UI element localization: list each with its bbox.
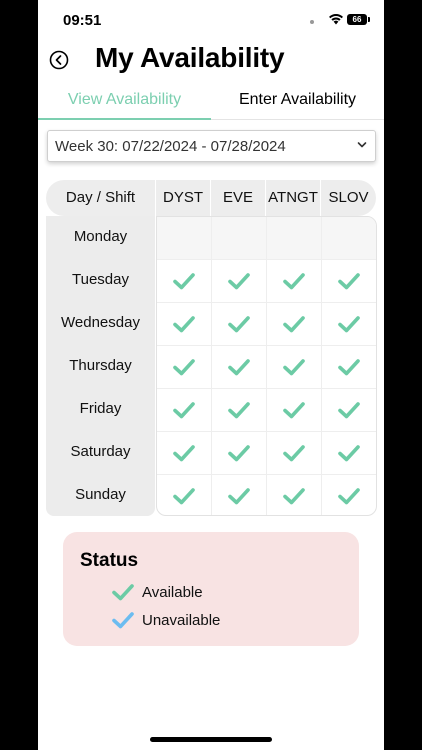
app-screen: 09:51 66 My Availability View Availabili… (38, 0, 384, 750)
week-select-value: Week 30: 07/22/2024 - 07/28/2024 (55, 138, 286, 155)
availability-cells (156, 216, 377, 516)
grid-column-line (266, 217, 267, 515)
shift-header: SLOV (328, 189, 369, 206)
grid-row-line (157, 302, 376, 303)
tab-divider (211, 119, 384, 120)
available-check-icon (337, 488, 360, 505)
available-check-icon (227, 402, 250, 419)
grid-row-line (157, 431, 376, 432)
day-label: Monday (73, 228, 128, 245)
available-check-icon (337, 316, 360, 333)
grid-row-line (157, 259, 376, 260)
available-check-icon (282, 488, 305, 505)
week-select[interactable]: Week 30: 07/22/2024 - 07/28/2024 (47, 130, 376, 162)
battery-icon: 66 (347, 14, 367, 25)
available-check-icon (282, 316, 305, 333)
day-label: Sunday (75, 486, 126, 503)
home-indicator[interactable] (150, 737, 272, 742)
day-column: Monday Tuesday Wednesday Thursday Friday… (46, 216, 155, 516)
available-check-icon (173, 273, 195, 290)
available-check-icon (337, 445, 360, 462)
available-check-icon (173, 445, 195, 462)
battery-tip (368, 17, 370, 22)
status-dot (310, 20, 314, 24)
shift-header: EVE (222, 189, 253, 206)
grid-row-line (157, 345, 376, 346)
grid-row-line (157, 474, 376, 475)
tab-view-availability[interactable]: View Availability (38, 90, 211, 114)
available-check-icon (173, 359, 195, 376)
tab-enter-availability[interactable]: Enter Availability (211, 90, 384, 114)
available-check-icon (227, 488, 250, 505)
available-check-icon (282, 402, 305, 419)
available-check-icon (282, 445, 305, 462)
back-icon[interactable] (49, 50, 69, 70)
page-title: My Availability (95, 42, 285, 73)
available-check-icon (173, 316, 195, 333)
day-label: Wednesday (61, 314, 140, 331)
available-check-icon (173, 488, 195, 505)
grid-column-line (321, 217, 322, 515)
available-check-icon (282, 273, 305, 290)
available-check-icon (173, 402, 195, 419)
available-check-icon (337, 402, 360, 419)
available-check-icon (227, 445, 250, 462)
shift-header: DYST (162, 189, 203, 206)
available-check-icon (337, 359, 360, 376)
grid-corner-label: Day / Shift (65, 189, 136, 206)
active-tab-indicator (38, 118, 211, 120)
day-label: Saturday (70, 443, 131, 460)
status-legend: Status Available Unavailable (63, 532, 359, 646)
wifi-icon (329, 14, 343, 25)
available-check-icon (337, 273, 360, 290)
available-check-icon (112, 584, 134, 601)
availability-grid: Day / Shift DYST EVE ATNGT SLOV Monday T… (46, 180, 377, 516)
day-label: Friday (79, 400, 122, 417)
available-check-icon (227, 359, 250, 376)
grid-column-line (211, 217, 212, 515)
day-label: Tuesday (72, 271, 129, 288)
chevron-down-icon (357, 142, 367, 148)
legend-available-label: Available (142, 584, 203, 601)
available-check-icon (282, 359, 305, 376)
legend-unavailable-label: Unavailable (142, 612, 221, 629)
available-check-icon (227, 316, 250, 333)
unavailable-check-icon (112, 612, 134, 629)
available-check-icon (227, 273, 250, 290)
shift-header: ATNGT (268, 189, 318, 206)
status-time: 09:51 (63, 12, 102, 29)
grid-header-row: Day / Shift DYST EVE ATNGT SLOV (46, 180, 376, 216)
status-title: Status (80, 550, 139, 571)
day-label: Thursday (69, 357, 132, 374)
status-bar: 09:51 66 (38, 0, 384, 40)
grid-row-line (157, 388, 376, 389)
